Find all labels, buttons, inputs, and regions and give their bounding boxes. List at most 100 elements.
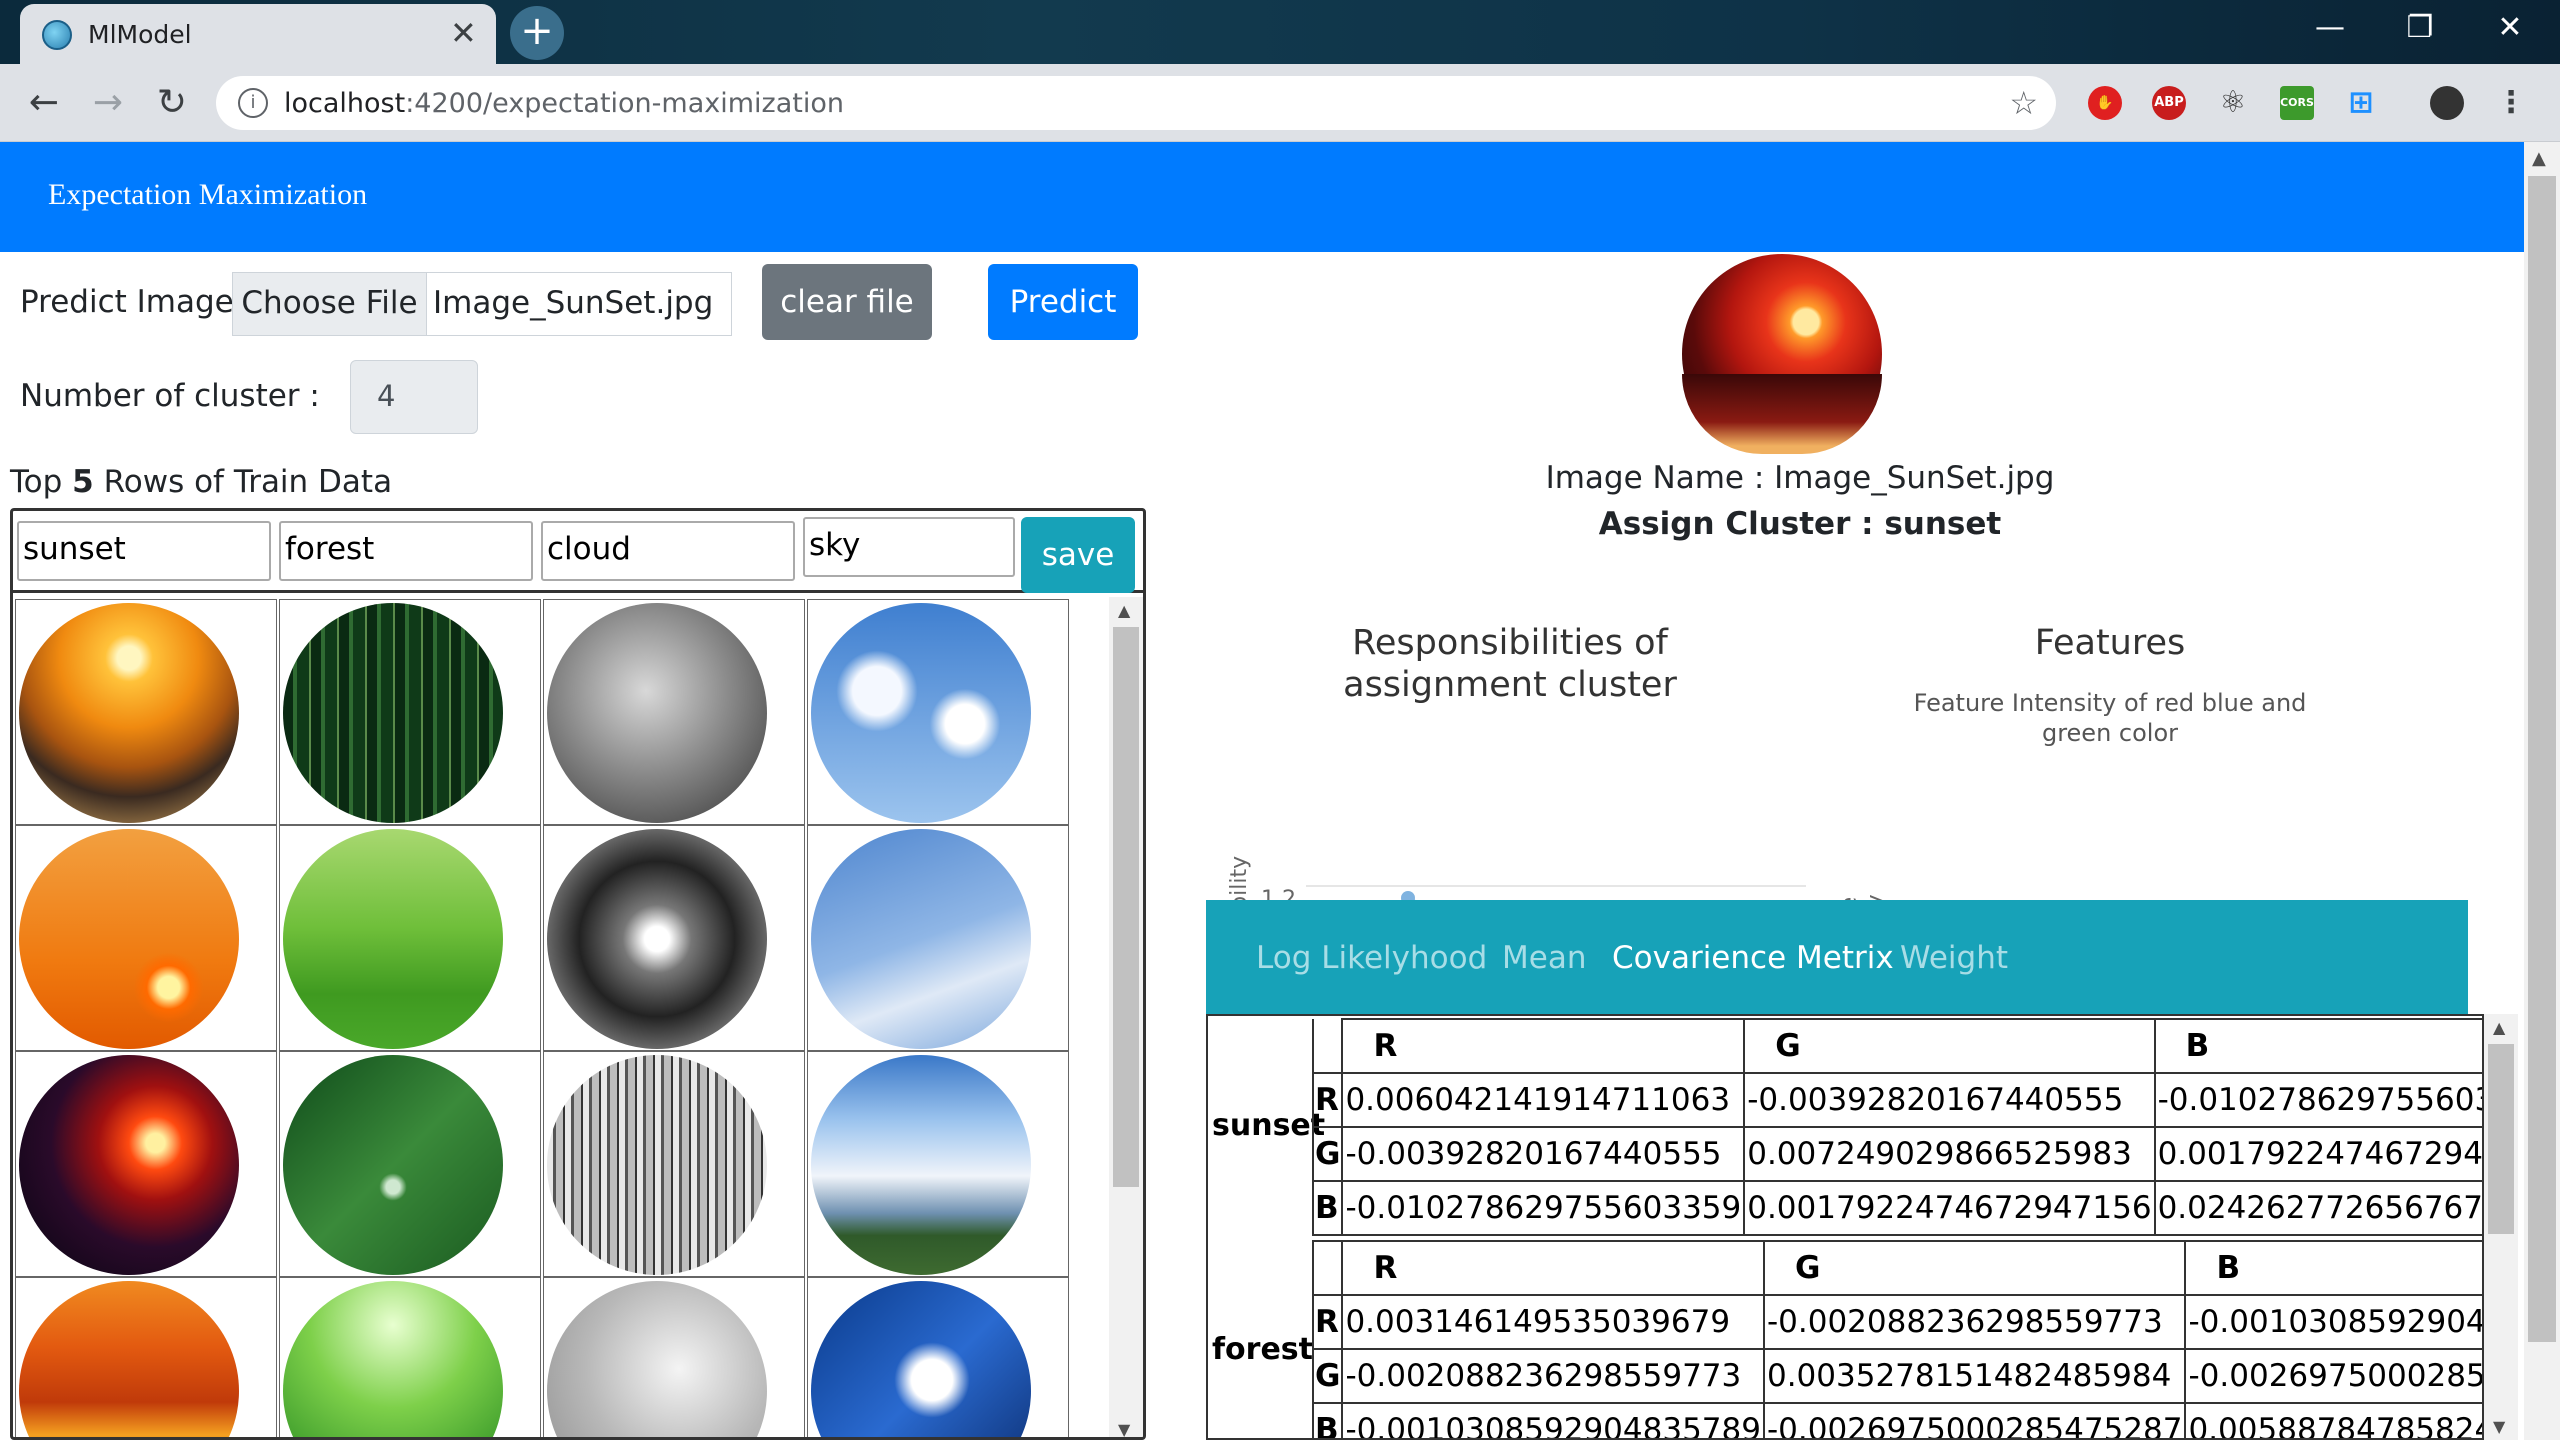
file-input[interactable]: Choose File Image_SunSet.jpg	[232, 272, 732, 336]
train-cell	[15, 1277, 277, 1437]
cell-value: 0.003146149535039679	[1341, 1294, 1765, 1350]
sky-thumbnail[interactable]	[811, 1281, 1031, 1437]
menu-kebab-icon[interactable]: ⋮	[2494, 86, 2528, 120]
train-grid-scrollbar[interactable]: ▲ ▼	[1109, 597, 1143, 1437]
forward-icon[interactable]: →	[86, 82, 130, 123]
page-content: Expectation Maximization Predict Image: …	[0, 142, 2524, 1440]
choose-file-button[interactable]: Choose File	[233, 273, 427, 335]
sky-thumbnail[interactable]	[811, 603, 1031, 823]
cloud-thumbnail[interactable]	[547, 1281, 767, 1437]
scroll-thumb[interactable]	[2488, 1044, 2514, 1234]
cell-value: -0.002088236298559773	[1762, 1294, 2187, 1350]
col-header: R	[1341, 1240, 1765, 1296]
result-tabs-bar: Log Likelyhood Mean Covarience Metrix We…	[1206, 900, 2468, 1014]
sky-thumbnail[interactable]	[811, 1055, 1031, 1275]
predict-button[interactable]: Predict	[988, 264, 1138, 340]
scroll-up-icon[interactable]: ▲	[2532, 148, 2546, 169]
favicon-icon	[42, 20, 72, 50]
adblock-extension-icon[interactable]: ABP	[2152, 86, 2186, 120]
page-scrollbar[interactable]: ▲	[2524, 142, 2560, 1440]
table-row: R 0.006042141914711063 -0.00392820167440…	[1311, 1072, 2482, 1128]
tab-title: MlModel	[88, 20, 192, 49]
sunset-thumbnail[interactable]	[19, 829, 239, 1049]
forest-thumbnail[interactable]	[283, 603, 503, 823]
responsibility-chart-title: Responsibilities of assignment cluster	[1343, 623, 1677, 705]
windows-extension-icon[interactable]: ⊞	[2344, 86, 2378, 120]
label-input-4[interactable]: sky	[803, 517, 1015, 577]
scroll-thumb[interactable]	[1113, 627, 1139, 1187]
train-cell	[15, 599, 277, 825]
forest-thumbnail[interactable]	[283, 829, 503, 1049]
tab-covarience-metrix[interactable]: Covarience Metrix	[1612, 940, 1894, 976]
close-tab-icon[interactable]: ✕	[450, 14, 477, 52]
cell-value: 0.0017922474672947156	[2153, 1126, 2482, 1182]
browser-tab[interactable]: MlModel ✕	[20, 4, 496, 64]
url-text: localhost:4200/expectation-maximization	[284, 88, 844, 119]
save-button[interactable]: save	[1021, 517, 1135, 593]
stop-extension-icon[interactable]: ✋	[2088, 86, 2122, 120]
col-header: G	[1762, 1240, 2187, 1296]
close-window-icon[interactable]: ✕	[2480, 10, 2540, 45]
cell-value: 0.024262772656767743	[2153, 1180, 2482, 1236]
covariance-panel: sunset R G B R 0.006042141914711063 -0.0…	[1206, 1014, 2484, 1440]
train-cell	[807, 825, 1069, 1051]
train-cell	[807, 599, 1069, 825]
cloud-thumbnail[interactable]	[547, 603, 767, 823]
tab-mean[interactable]: Mean	[1502, 940, 1586, 976]
train-cell	[279, 1277, 541, 1437]
app-navbar: Expectation Maximization	[0, 142, 2524, 252]
sunset-thumbnail[interactable]	[19, 1055, 239, 1275]
train-data-heading: Top 5 Rows of Train Data	[10, 464, 393, 500]
address-bar[interactable]: i localhost:4200/expectation-maximizatio…	[216, 76, 2056, 130]
forest-thumbnail[interactable]	[283, 1281, 503, 1437]
back-icon[interactable]: ←	[22, 82, 66, 123]
clear-file-button[interactable]: clear file	[762, 264, 932, 340]
sky-thumbnail[interactable]	[811, 829, 1031, 1049]
train-cell	[279, 599, 541, 825]
forest-thumbnail[interactable]	[283, 1055, 503, 1275]
cell-value: 0.0058878478582404444	[2184, 1402, 2482, 1438]
scroll-thumb[interactable]	[2528, 176, 2556, 1342]
tab-weight[interactable]: Weight	[1900, 940, 2008, 976]
covariance-table-forest: R G B R 0.003146149535039679 -0.00208823…	[1311, 1240, 2482, 1438]
scroll-up-icon[interactable]: ▲	[2493, 1018, 2505, 1037]
label-input-3[interactable]: cloud	[541, 521, 795, 581]
train-data-panel: sunset forest cloud sky save ▲ ▼	[10, 508, 1146, 1440]
label-input-1[interactable]: sunset	[17, 521, 271, 581]
scroll-down-icon[interactable]: ▼	[2493, 1417, 2505, 1436]
label-input-2[interactable]: forest	[279, 521, 533, 581]
cors-extension-icon[interactable]: CORS	[2280, 86, 2314, 120]
restore-icon[interactable]: ❐	[2390, 10, 2450, 45]
train-cell	[543, 1277, 805, 1437]
predicted-image	[1682, 254, 1882, 454]
cell-value: -0.00392820167440555	[1341, 1126, 1746, 1182]
col-header: B	[2184, 1240, 2482, 1296]
train-cell	[807, 1277, 1069, 1437]
info-icon[interactable]: i	[238, 88, 268, 118]
minimize-icon[interactable]: —	[2300, 10, 2360, 45]
tab-log-likelyhood[interactable]: Log Likelyhood	[1256, 940, 1487, 976]
cloud-thumbnail[interactable]	[547, 1055, 767, 1275]
bookmark-star-icon[interactable]: ☆	[2009, 84, 2038, 122]
row-label: R	[1311, 1294, 1344, 1350]
reload-icon[interactable]: ↻	[150, 82, 194, 123]
scroll-down-icon[interactable]: ▼	[1118, 1420, 1130, 1437]
react-devtools-icon[interactable]: ⚛	[2216, 86, 2250, 120]
cloud-thumbnail[interactable]	[547, 829, 767, 1049]
profile-avatar[interactable]	[2430, 86, 2464, 120]
cell-value: -0.0026975000285475287	[2184, 1348, 2482, 1404]
sunset-thumbnail[interactable]	[19, 1281, 239, 1437]
navbar-brand[interactable]: Expectation Maximization	[48, 178, 367, 212]
sunset-thumbnail[interactable]	[19, 603, 239, 823]
file-name-text: Image_SunSet.jpg	[433, 285, 714, 321]
covariance-scrollbar[interactable]: ▲ ▼	[2484, 1014, 2518, 1440]
features-chart-subtitle: Feature Intensity of red blue and green …	[1913, 689, 2307, 747]
cell-value: 0.006042141914711063	[1341, 1072, 1746, 1128]
new-tab-button[interactable]: +	[510, 6, 564, 60]
features-chart-title: Features	[2034, 623, 2186, 663]
col-header: G	[1743, 1018, 2156, 1074]
table-row: G -0.002088236298559773 0.00352781514824…	[1311, 1348, 2482, 1404]
cluster-count-input[interactable]: 4	[350, 360, 478, 434]
scroll-up-icon[interactable]: ▲	[1118, 601, 1130, 620]
image-name-text: Image Name : Image_SunSet.jpg	[1545, 460, 2055, 496]
